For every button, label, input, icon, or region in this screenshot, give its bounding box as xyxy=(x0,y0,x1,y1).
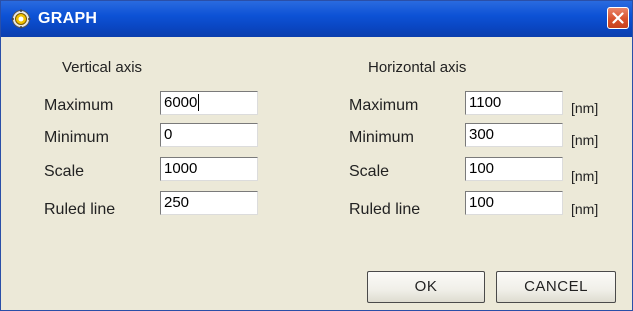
horizontal-scale-label: Scale xyxy=(349,163,390,180)
horizontal-scale-unit: [nm] xyxy=(571,168,599,184)
vertical-maximum-value: 6000 xyxy=(164,94,198,111)
vertical-scale-input[interactable]: 1000 xyxy=(160,157,258,181)
vertical-minimum-input[interactable]: 0 xyxy=(160,123,258,147)
horizontal-minimum-unit: [nm] xyxy=(571,132,599,148)
horizontal-axis-heading: Horizontal axis xyxy=(368,59,467,76)
vertical-axis-heading: Vertical axis xyxy=(62,59,143,76)
horizontal-ruled-line-unit: [nm] xyxy=(571,201,599,217)
text-cursor xyxy=(198,94,200,111)
horizontal-scale-input[interactable]: 100 xyxy=(465,157,563,181)
horizontal-maximum-unit: [nm] xyxy=(571,100,599,116)
graph-dialog: GRAPH Vertical axis Maximum 6000 Minimum… xyxy=(0,0,633,311)
vertical-maximum-input[interactable]: 6000 xyxy=(160,91,258,115)
close-button[interactable] xyxy=(607,7,629,29)
graph-app-icon xyxy=(11,9,31,29)
vertical-ruled-line-input[interactable]: 250 xyxy=(160,191,258,215)
horizontal-minimum-label: Minimum xyxy=(349,129,414,146)
horizontal-maximum-input[interactable]: 1100 xyxy=(465,91,563,115)
cancel-button[interactable]: CANCEL xyxy=(496,271,616,303)
horizontal-minimum-input[interactable]: 300 xyxy=(465,123,563,147)
ok-button[interactable]: OK xyxy=(367,271,485,303)
vertical-scale-label: Scale xyxy=(44,163,85,180)
vertical-ruled-line-label: Ruled line xyxy=(44,201,116,218)
vertical-maximum-label: Maximum xyxy=(44,97,114,114)
title-bar[interactable]: GRAPH xyxy=(1,1,632,37)
horizontal-maximum-label: Maximum xyxy=(349,97,419,114)
vertical-minimum-label: Minimum xyxy=(44,129,109,146)
window-title: GRAPH xyxy=(38,10,98,27)
horizontal-ruled-line-label: Ruled line xyxy=(349,201,421,218)
close-icon xyxy=(612,12,624,24)
horizontal-ruled-line-input[interactable]: 100 xyxy=(465,191,563,215)
